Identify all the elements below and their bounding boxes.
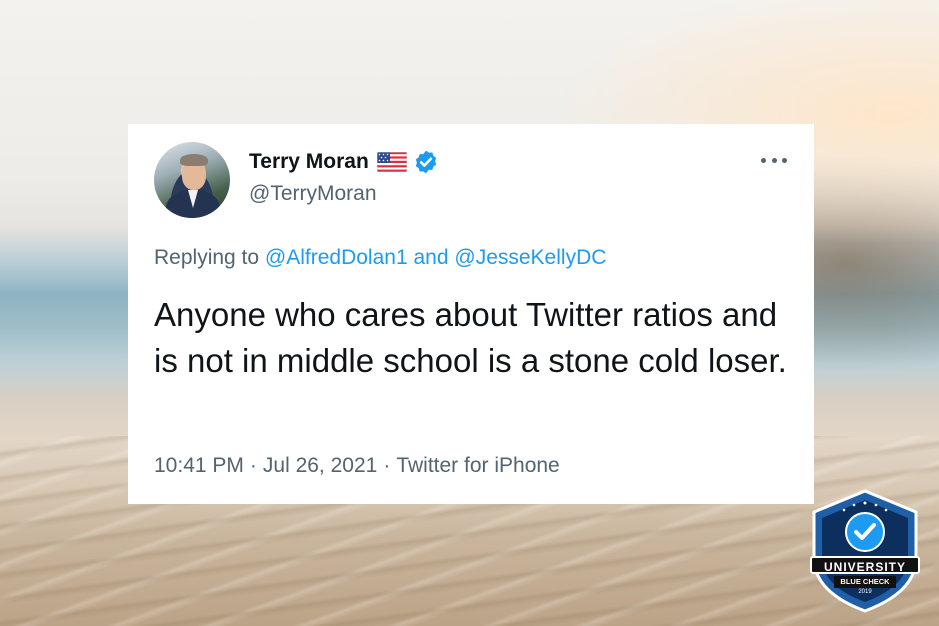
more-options-icon[interactable]	[761, 150, 787, 170]
meta-separator: ·	[249, 454, 257, 477]
more-dot	[782, 157, 787, 163]
replying-to-line: Replying to @AlfredDolan1 and @JesseKell…	[154, 246, 606, 270]
tweet-date[interactable]: Jul 26, 2021	[263, 454, 377, 477]
author-name-row: Terry Moran	[249, 149, 439, 175]
reply-mention-jessekellydc[interactable]: @JesseKellyDC	[454, 246, 606, 269]
more-dot	[761, 157, 766, 163]
tweet-text: Anyone who cares about Twitter ratios an…	[154, 296, 787, 379]
avatar-hair	[180, 154, 208, 166]
reply-mention-and[interactable]: and	[413, 246, 448, 269]
author-handle[interactable]: @TerryMoran	[249, 182, 377, 206]
badge-year: 2019	[858, 589, 872, 595]
verified-check-icon	[415, 150, 436, 174]
tweet-card: Terry Moran @TerryMoran Replying to @Alf…	[128, 124, 814, 504]
tweet-meta: 10:41 PM · Jul 26, 2021 · Twitter for iPhone	[154, 454, 560, 478]
display-name[interactable]: Terry Moran	[249, 150, 369, 174]
avatar[interactable]	[154, 142, 230, 218]
meta-separator: ·	[383, 454, 391, 477]
us-flag-icon	[376, 152, 407, 172]
reply-mention-alfreddolan1[interactable]: @AlfredDolan1	[265, 246, 408, 269]
more-dot	[771, 157, 777, 163]
tweet-time[interactable]: 10:41 PM	[154, 454, 244, 477]
badge-title: UNIVERSITY	[810, 556, 920, 574]
badge-subtitle: BLUE CHECK	[834, 576, 896, 588]
badge-shield-icon	[812, 489, 918, 613]
university-blue-check-badge: UNIVERSITY BLUE CHECK 2019	[806, 488, 924, 614]
tweet-source[interactable]: Twitter for iPhone	[396, 454, 559, 477]
replying-to-prefix: Replying to	[154, 246, 260, 269]
